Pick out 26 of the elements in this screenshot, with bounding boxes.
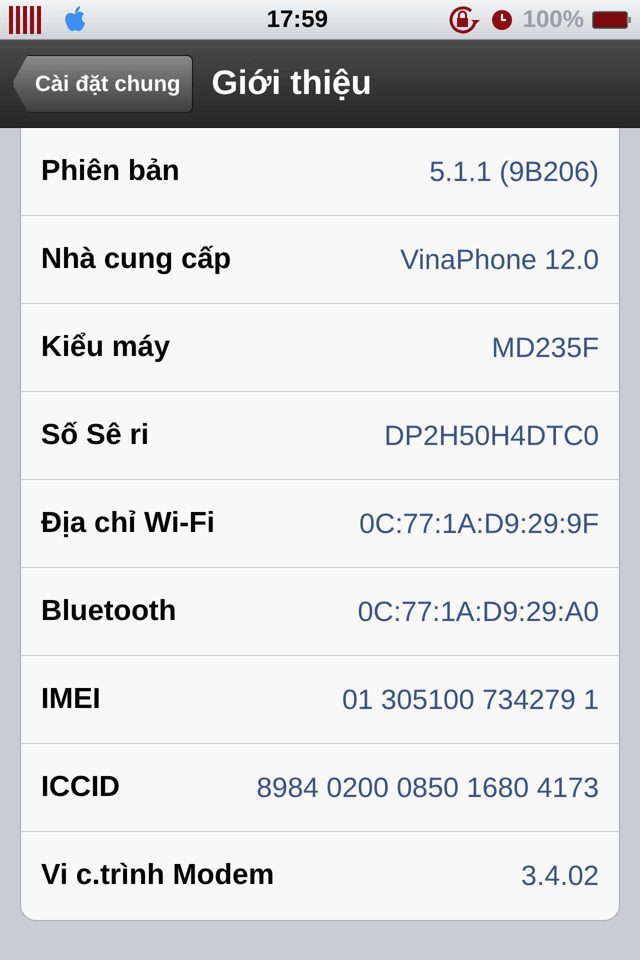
setting-value: 3.4.02 (521, 859, 599, 893)
screen-title: Giới thiệu (211, 63, 372, 104)
clock-time: 17:59 (266, 4, 329, 34)
setting-label: Vi c.trình Modem (41, 858, 274, 894)
setting-label: Số Sê ri (41, 418, 149, 453)
setting-value: 0C:77:1A:D9:29:A0 (358, 594, 599, 628)
setting-value: 0C:77:1A:D9:29:9F (359, 506, 599, 540)
back-button[interactable]: Cài đặt chung (12, 54, 194, 112)
setting-label: Bluetooth (41, 594, 176, 629)
battery-percent: 100% (522, 4, 584, 34)
signal-icon (8, 4, 44, 34)
setting-label: Địa chỉ Wi-Fi (41, 506, 215, 541)
setting-label: IMEI (41, 682, 101, 717)
setting-label: Nhà cung cấp (41, 242, 232, 277)
rotation-lock-icon (446, 4, 481, 34)
setting-value: DP2H50H4DTC0 (384, 418, 599, 452)
clock-icon (490, 8, 513, 30)
setting-value: 8984 0200 0850 1680 4173 (256, 770, 599, 804)
battery-icon (592, 10, 632, 28)
setting-label: Kiểu máy (41, 330, 170, 365)
setting-label: Phiên bản (41, 154, 180, 189)
setting-value: MD235F (492, 330, 599, 364)
setting-value: 01 305100 734279 1 (342, 682, 599, 716)
setting-value: 5.1.1 (9B206) (429, 154, 599, 189)
setting-value: VinaPhone 12.0 (400, 242, 599, 276)
setting-label: ICCID (41, 770, 120, 805)
